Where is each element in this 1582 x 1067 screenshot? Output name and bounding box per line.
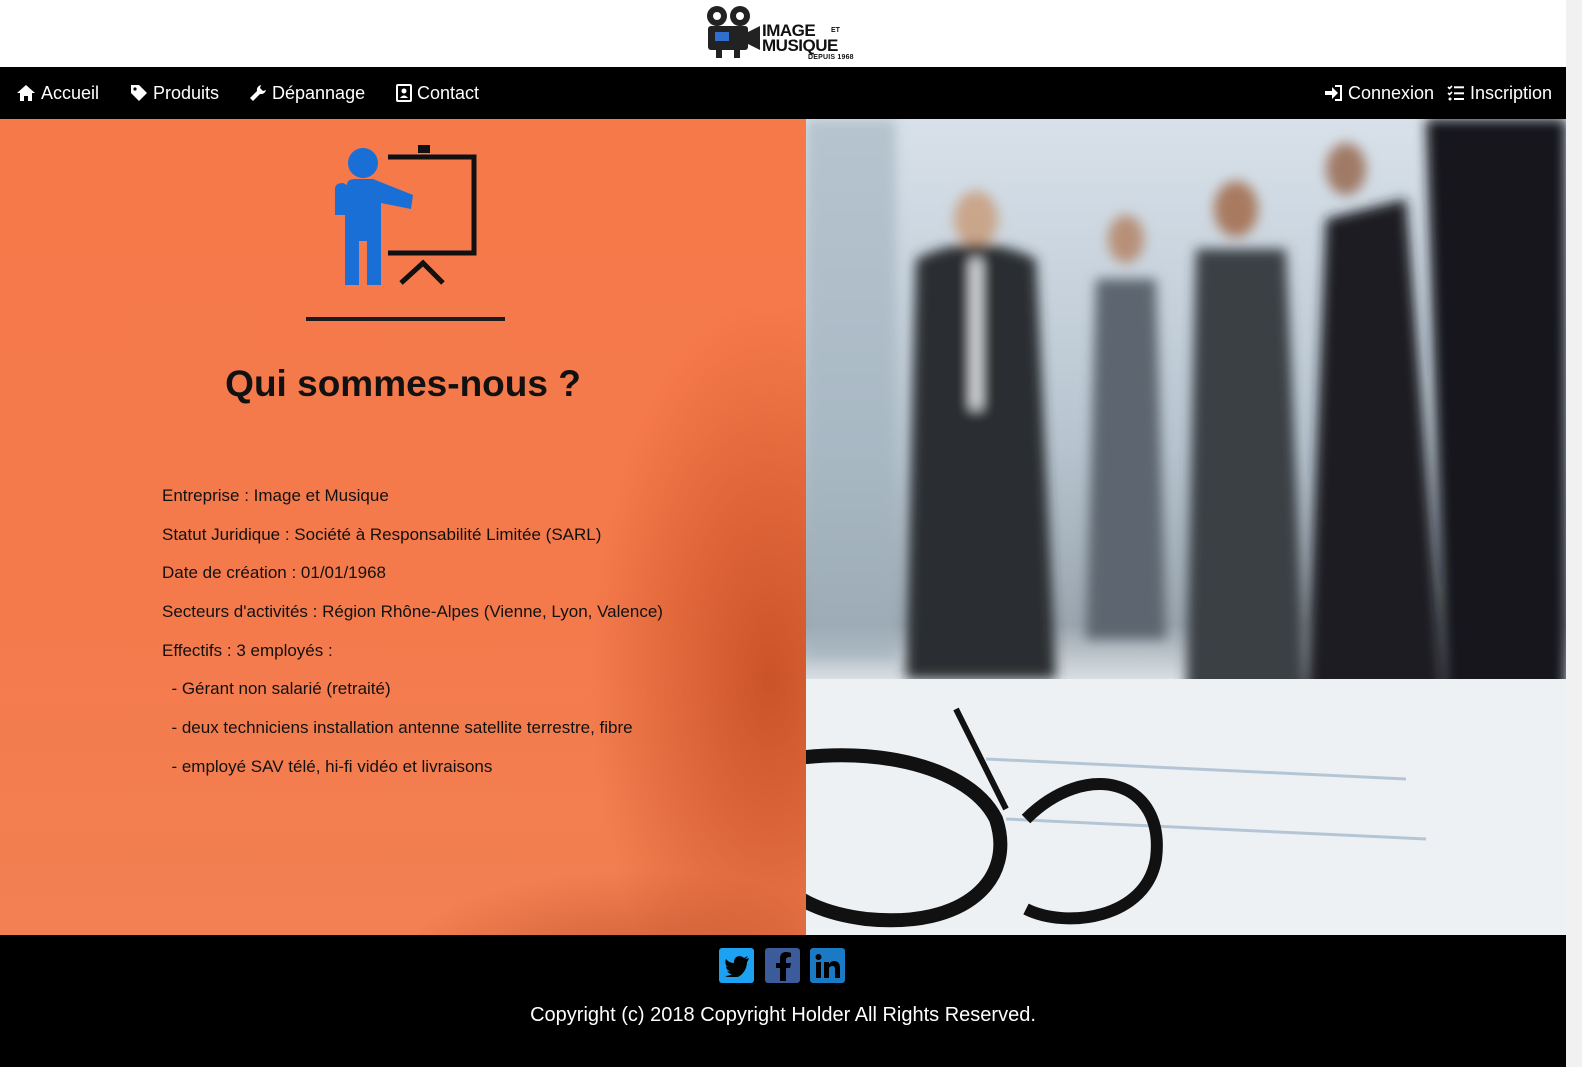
twitter-link[interactable] — [719, 948, 754, 983]
nav-accueil[interactable]: Accueil — [16, 67, 99, 119]
logo-text-et: ET — [831, 27, 840, 34]
film-camera-icon — [707, 6, 760, 58]
list-check-icon — [1447, 85, 1464, 101]
site-logo[interactable]: IMAGE ET MUSIQUE DEPUIS 1968 — [704, 2, 864, 64]
navbar: Accueil Produits Dépannage Contact Conne… — [0, 67, 1566, 119]
logo-since: DEPUIS 1968 — [808, 54, 854, 61]
linkedin-link[interactable] — [810, 948, 845, 983]
nav-contact[interactable]: Contact — [396, 67, 479, 119]
nav-label: Inscription — [1470, 82, 1553, 103]
nav-label: Dépannage — [272, 82, 366, 103]
info-entreprise: Entreprise : Image et Musique — [162, 486, 389, 505]
facebook-link[interactable] — [765, 948, 800, 983]
window-edge — [1566, 0, 1582, 1067]
info-date: Date de création : 01/01/1968 — [162, 563, 386, 583]
wrench-icon — [250, 85, 266, 101]
twitter-icon — [724, 955, 749, 977]
info-employee-2: - deux techniciens installation antenne … — [162, 718, 633, 738]
facebook-icon — [775, 951, 791, 981]
info-employee-1: - Gérant non salarié (retraité) — [162, 679, 391, 699]
info-statut: Statut Juridique : Société à Responsabil… — [162, 524, 602, 544]
title-divider — [306, 317, 505, 321]
company-info: Entreprise : Image et Musique Statut Jur… — [162, 486, 663, 796]
nav-depannage[interactable]: Dépannage — [249, 67, 365, 119]
presentation-icon — [335, 145, 477, 285]
sign-in-icon — [1325, 85, 1342, 101]
nav-label: Contact — [417, 82, 480, 103]
tag-icon — [131, 85, 147, 101]
contact-card-icon — [396, 84, 412, 102]
nav-connexion[interactable]: Connexion — [1324, 67, 1434, 119]
info-employee-3: - employé SAV télé, hi-fi vidéo et livra… — [162, 756, 493, 776]
home-icon — [17, 85, 35, 101]
footer: Copyright (c) 2018 Copyright Holder All … — [0, 935, 1566, 1067]
logo-text-musique: MUSIQUE — [762, 36, 838, 55]
nav-label: Connexion — [1348, 82, 1435, 103]
nav-label: Accueil — [41, 82, 100, 103]
logo-bar: IMAGE ET MUSIQUE DEPUIS 1968 — [0, 0, 1566, 67]
info-effectifs: Effectifs : 3 employés : — [162, 640, 333, 660]
page-title: Qui sommes-nous ? — [225, 363, 581, 404]
nav-label: Produits — [153, 82, 220, 103]
copyright-text: Copyright (c) 2018 Copyright Holder All … — [530, 1004, 1036, 1026]
nav-produits[interactable]: Produits — [130, 67, 219, 119]
about-section: Qui sommes-nous ? Entreprise : Image et … — [0, 119, 1566, 935]
linkedin-icon — [815, 953, 840, 978]
nav-inscription[interactable]: Inscription — [1447, 67, 1552, 119]
info-secteurs: Secteurs d'activités : Région Rhône-Alpe… — [162, 602, 663, 622]
